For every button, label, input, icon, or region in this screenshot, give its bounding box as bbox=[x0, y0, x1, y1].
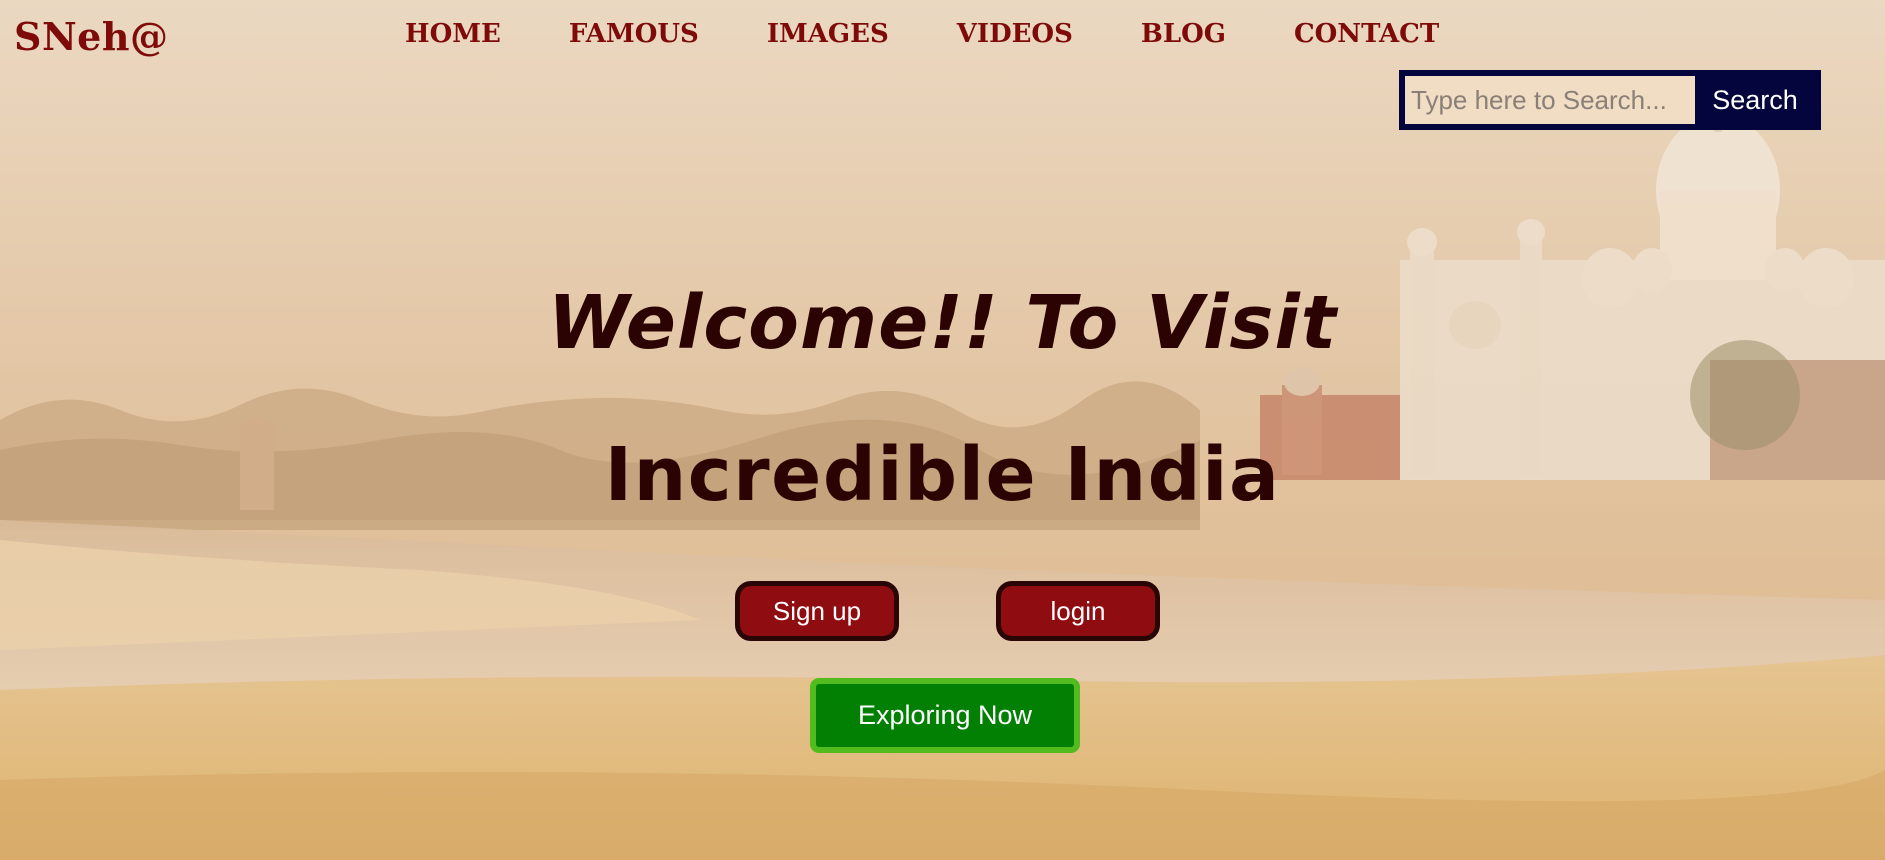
nav-contact-link[interactable]: CONTACT bbox=[1294, 14, 1439, 54]
search-input[interactable] bbox=[1405, 76, 1695, 124]
nav-famous-link[interactable]: FAMOUS bbox=[569, 14, 699, 54]
nav-images-link[interactable]: IMAGES bbox=[767, 14, 889, 54]
nav-home-link[interactable]: HOME bbox=[405, 14, 501, 54]
main-nav: HOME FAMOUS IMAGES VIDEOS BLOG CONTACT bbox=[405, 14, 1507, 54]
login-button[interactable]: login bbox=[996, 581, 1160, 641]
nav-videos-link[interactable]: VIDEOS bbox=[957, 14, 1073, 54]
nav-blog-link[interactable]: BLOG bbox=[1141, 14, 1226, 54]
signup-button[interactable]: Sign up bbox=[735, 581, 899, 641]
hero-title-heading: Incredible India bbox=[604, 432, 1281, 518]
explore-now-button[interactable]: Exploring Now bbox=[810, 678, 1080, 753]
site-logo[interactable]: SNeh@ bbox=[14, 14, 168, 59]
search-button[interactable]: Search bbox=[1695, 76, 1815, 124]
hero-welcome-heading: Welcome!! To Visit bbox=[547, 280, 1338, 366]
search-bar: Search bbox=[1399, 70, 1821, 130]
